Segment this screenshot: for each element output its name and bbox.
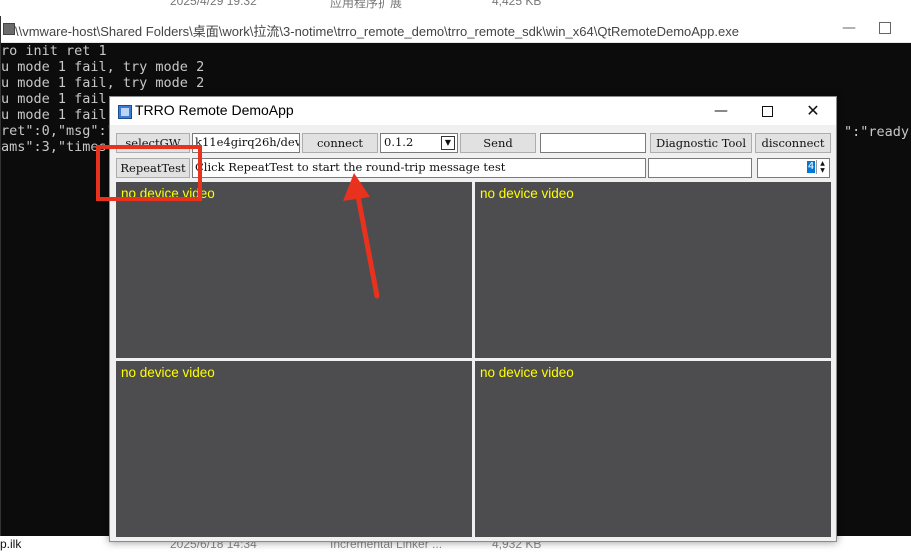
annotation-arrow <box>343 173 380 299</box>
